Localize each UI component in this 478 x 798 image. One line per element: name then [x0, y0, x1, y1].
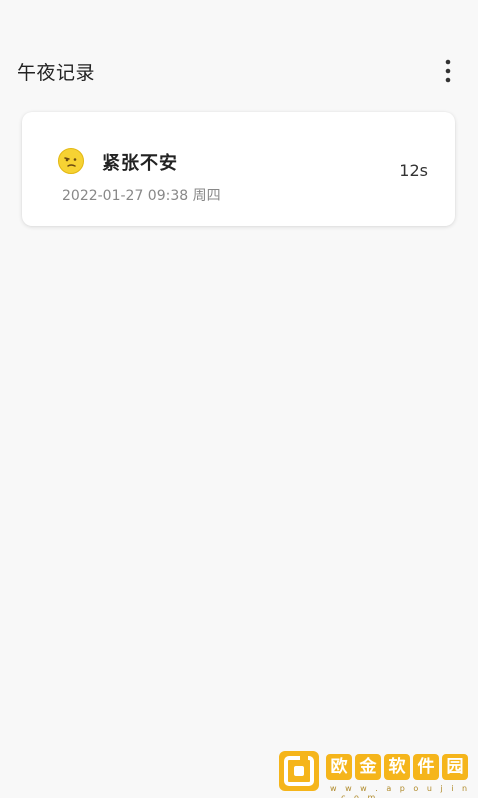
- watermark-chars: 欧 金 软 件 园: [326, 754, 468, 780]
- app-bar: 午夜记录: [0, 50, 478, 94]
- watermark-char: 件: [413, 754, 439, 780]
- record-card[interactable]: 紧张不安 2022-01-27 09:38 周四 12s: [22, 112, 455, 226]
- record-datetime: 2022-01-27 09:38 周四: [62, 188, 221, 204]
- record-duration: 12s: [399, 161, 428, 180]
- worried-face-icon: [57, 147, 85, 175]
- watermark-char: 金: [355, 754, 381, 780]
- watermark-url: w w w . a p o u j i n . c o m: [330, 784, 471, 798]
- record-mood-label: 紧张不安: [102, 153, 178, 174]
- page: 午夜记录 紧张不安 2022-01-27 09:38 周四 12s 欧 金 软 …: [0, 0, 478, 798]
- watermark-char: 园: [442, 754, 468, 780]
- apoujin-logo-icon: [278, 750, 320, 792]
- page-title: 午夜记录: [17, 62, 96, 84]
- more-menu-button[interactable]: [436, 56, 460, 86]
- watermark-char: 欧: [326, 754, 352, 780]
- watermark: 欧 金 软 件 园 w w w . a p o u j i n . c o m: [278, 748, 474, 798]
- more-vertical-icon: [445, 59, 451, 83]
- watermark-char: 软: [384, 754, 410, 780]
